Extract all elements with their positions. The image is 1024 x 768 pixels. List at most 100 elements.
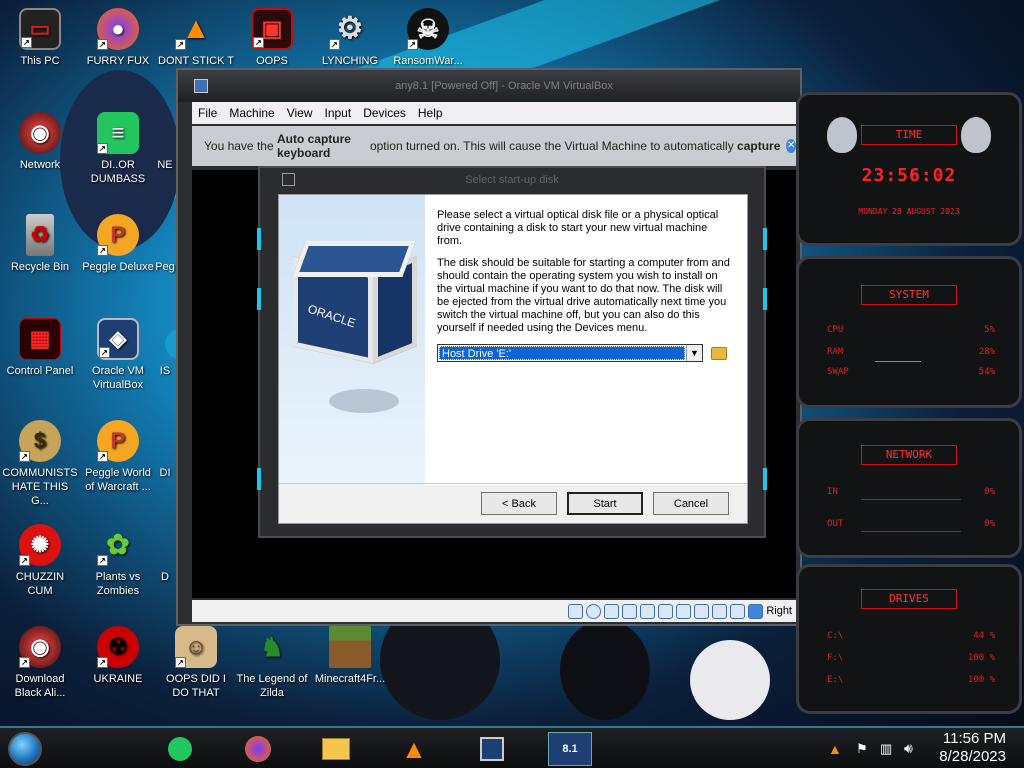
taskbar-time: 11:56 PM <box>942 730 1006 747</box>
network-row-out: OUT 0% <box>827 519 995 529</box>
menu-machine[interactable]: Machine <box>223 106 280 120</box>
recycle-bin-icon: ♻ <box>26 214 54 256</box>
host-key-arrow-icon[interactable] <box>748 603 764 619</box>
audio-icon[interactable] <box>604 603 620 619</box>
hard-disk-icon[interactable] <box>568 603 584 619</box>
taskbar: ▲ 8.1 ▲ ⚑ ▥ 🔊︎ 11:56 PM 8/28/2023 <box>0 726 1024 768</box>
optical-drive-icon[interactable] <box>586 603 602 619</box>
desktop-icon-pvz[interactable]: ✿ ↗ Plants vs Zombies <box>80 524 156 598</box>
system-row-cpu: CPU 5% <box>827 325 995 335</box>
taskbar-discord-icon[interactable] <box>158 732 202 766</box>
desktop-icon-furry-fux[interactable]: ● ↗ FURRY FUX <box>80 8 156 68</box>
select-startup-disk-dialog: Select start-up disk ORACLE Please selec… <box>257 166 767 538</box>
taskbar-vm-81-icon[interactable]: 8.1 <box>548 732 592 766</box>
vm-menubar: File Machine View Input Devices Help <box>192 102 796 124</box>
desktop-icon-partial-di[interactable]: DI <box>152 420 178 480</box>
desktop-icon-dont-stick[interactable]: ▲ ↗ DONT STICK T <box>158 8 234 68</box>
desktop-icon-recycle-bin[interactable]: ♻ Recycle Bin <box>2 214 78 274</box>
menu-input[interactable]: Input <box>319 106 358 120</box>
desktop-icon-chuzzin[interactable]: ✺ ↗ CHUZZIN CUM <box>2 524 78 598</box>
taskbar-virtualbox-icon[interactable] <box>470 732 514 766</box>
drive-row-c: C:\ 44 % <box>827 631 995 641</box>
desktop-icon-partial-peg[interactable]: Peg <box>152 214 178 274</box>
desktop-icon-partial-d[interactable]: D <box>152 524 178 584</box>
neon-accent <box>763 288 767 310</box>
vm-window-icon <box>194 79 208 93</box>
desktop-icon-virtualbox[interactable]: ◈ ↗ Oracle VM VirtualBox <box>80 318 156 392</box>
dialog-titlebar[interactable]: Select start-up disk <box>260 168 764 192</box>
shared-folders-icon[interactable] <box>658 603 674 619</box>
network-graph <box>861 531 961 532</box>
monitor-icon: ▭ ↗ <box>19 8 61 50</box>
back-button[interactable]: < Back <box>481 492 557 515</box>
widget-clock: 23:56:02 <box>861 165 957 186</box>
desktop-icon-lynching[interactable]: ⚙ ↗ LYNCHING <box>312 8 388 68</box>
mouse-integration-icon[interactable] <box>730 603 746 619</box>
taskbar-date: 8/28/2023 <box>939 748 1006 765</box>
desktop-icon-zilda[interactable]: ♞ The Legend of Zilda <box>234 626 310 700</box>
open-folder-icon[interactable] <box>711 346 727 360</box>
taskbar-clock[interactable]: 11:56 PM 8/28/2023 <box>939 730 1006 766</box>
desktop-icon-ransomware[interactable]: ☠ ↗ RansomWar... <box>390 8 466 68</box>
desktop-icon-peggle-deluxe[interactable]: P ↗ Peggle Deluxe <box>80 214 156 274</box>
usb-icon[interactable] <box>640 603 656 619</box>
taskbar-file-explorer-icon[interactable] <box>314 732 358 766</box>
start-button[interactable] <box>8 732 42 766</box>
desktop-icon-discord[interactable]: ≡ ↗ DI..OR DUMBASS <box>80 112 156 186</box>
alien-icon: ◉ ↗ <box>19 626 61 668</box>
menu-help[interactable]: Help <box>412 106 449 120</box>
control-panel-icon: ▦ <box>19 318 61 360</box>
tray-vlc-icon[interactable]: ▲ <box>828 741 842 757</box>
partial-icon <box>155 420 175 462</box>
video-capture-icon[interactable] <box>694 603 710 619</box>
display-icon[interactable] <box>676 603 692 619</box>
desktop-icon-peggle-wow[interactable]: P ↗ Peggle World of Warcraft ... <box>80 420 156 494</box>
desktop-icon-oops-did-i[interactable]: ☺ ↗ OOPS DID I DO THAT <box>158 626 234 700</box>
desktop-icon-black-alien[interactable]: ◉ ↗ Download Black Ali... <box>2 626 78 700</box>
menu-file[interactable]: File <box>192 106 223 120</box>
tray-flag-icon[interactable]: ⚑ <box>856 741 868 757</box>
taskbar-firefox-icon[interactable] <box>236 732 280 766</box>
time-widget-title: TIME <box>861 125 957 145</box>
virtualization-icon[interactable] <box>712 603 728 619</box>
desktop-icon-control-panel[interactable]: ▦ Control Panel <box>2 318 78 378</box>
network-graph <box>861 499 961 500</box>
desktop-icon-oops[interactable]: ▣ ↗ OOPS <box>234 8 310 68</box>
tray-volume-icon[interactable]: 🔊︎ <box>904 740 913 757</box>
desktop-icon-partial-ne[interactable]: NE <box>152 112 178 172</box>
cancel-button[interactable]: Cancel <box>653 492 729 515</box>
desktop-icon-ukraine[interactable]: ☢ ↗ UKRAINE <box>80 626 156 686</box>
disk-selector: Host Drive 'E:' ▼ <box>437 344 735 362</box>
notice-prefix: You have the <box>204 139 277 153</box>
desktop-icon-communists[interactable]: $ ↗ COMMUNISTS HATE THIS G... <box>2 420 78 508</box>
chevron-down-icon[interactable]: ▼ <box>686 345 702 361</box>
start-button[interactable]: Start <box>567 492 643 515</box>
vm-titlebar[interactable]: any8.1 [Powered Off] - Oracle VM Virtual… <box>178 70 800 102</box>
disk-dropdown[interactable]: Host Drive 'E:' ▼ <box>437 344 703 362</box>
virtualbox-artwork: ORACLE <box>279 195 425 485</box>
notice-close-icon[interactable]: ✕ <box>786 139 796 153</box>
chuzzle-icon: ✺ ↗ <box>19 524 61 566</box>
tray-network-icon[interactable]: ▥ <box>880 741 892 757</box>
disk-dropdown-value: Host Drive 'E:' <box>439 346 685 360</box>
desktop-icon-this-pc[interactable]: ▭ ↗ This PC <box>2 8 78 68</box>
system-widget: SYSTEM CPU 5% RAM 28% SWAP 54% <box>796 256 1022 408</box>
network-adapter-icon[interactable] <box>622 603 638 619</box>
notice-bold-auto-capture: Auto capture keyboard <box>276 132 351 160</box>
taskbar-vlc-icon[interactable]: ▲ <box>392 732 436 766</box>
partial-icon <box>155 318 175 360</box>
menu-view[interactable]: View <box>281 106 319 120</box>
radiation-icon: ☢ ↗ <box>97 626 139 668</box>
menu-devices[interactable]: Devices <box>357 106 412 120</box>
desktop-icon-network[interactable]: ◉ Network <box>2 112 78 172</box>
virtualbox-icon: ◈ ↗ <box>97 318 139 360</box>
desktop-icon-partial-is[interactable]: IS <box>152 318 178 378</box>
drive-row-e: E:\ 100 % <box>827 675 995 685</box>
system-row-swap: SWAP 54% <box>827 367 995 377</box>
notice-bold-capture: capture <box>737 139 781 153</box>
partial-icon <box>155 214 175 256</box>
widget-date: MONDAY 28 AUGUST 2023 <box>858 207 960 216</box>
minecraft-icon <box>329 626 371 668</box>
desktop-icon-minecraft[interactable]: Minecraft4Fr... <box>312 626 388 686</box>
vlc-icon: ▲ ↗ <box>175 8 217 50</box>
